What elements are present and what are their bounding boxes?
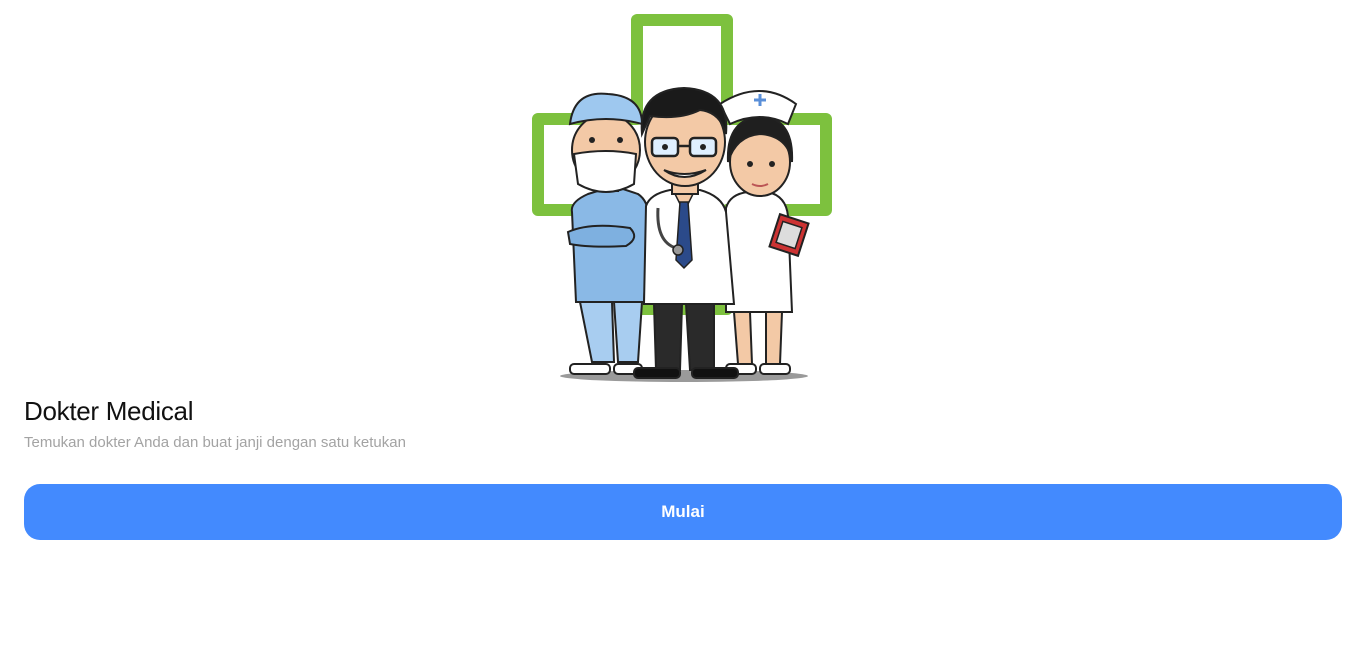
app-subtitle: Temukan dokter Anda dan buat janji denga… (24, 434, 406, 451)
surgeon-figure (566, 92, 650, 375)
doctor-figure (633, 86, 739, 379)
onboarding-screen: Dokter Medical Temukan dokter Anda dan b… (0, 0, 1366, 657)
app-title: Dokter Medical (24, 396, 194, 426)
doctors-illustration (530, 12, 836, 384)
start-button[interactable]: Mulai (24, 484, 1342, 540)
